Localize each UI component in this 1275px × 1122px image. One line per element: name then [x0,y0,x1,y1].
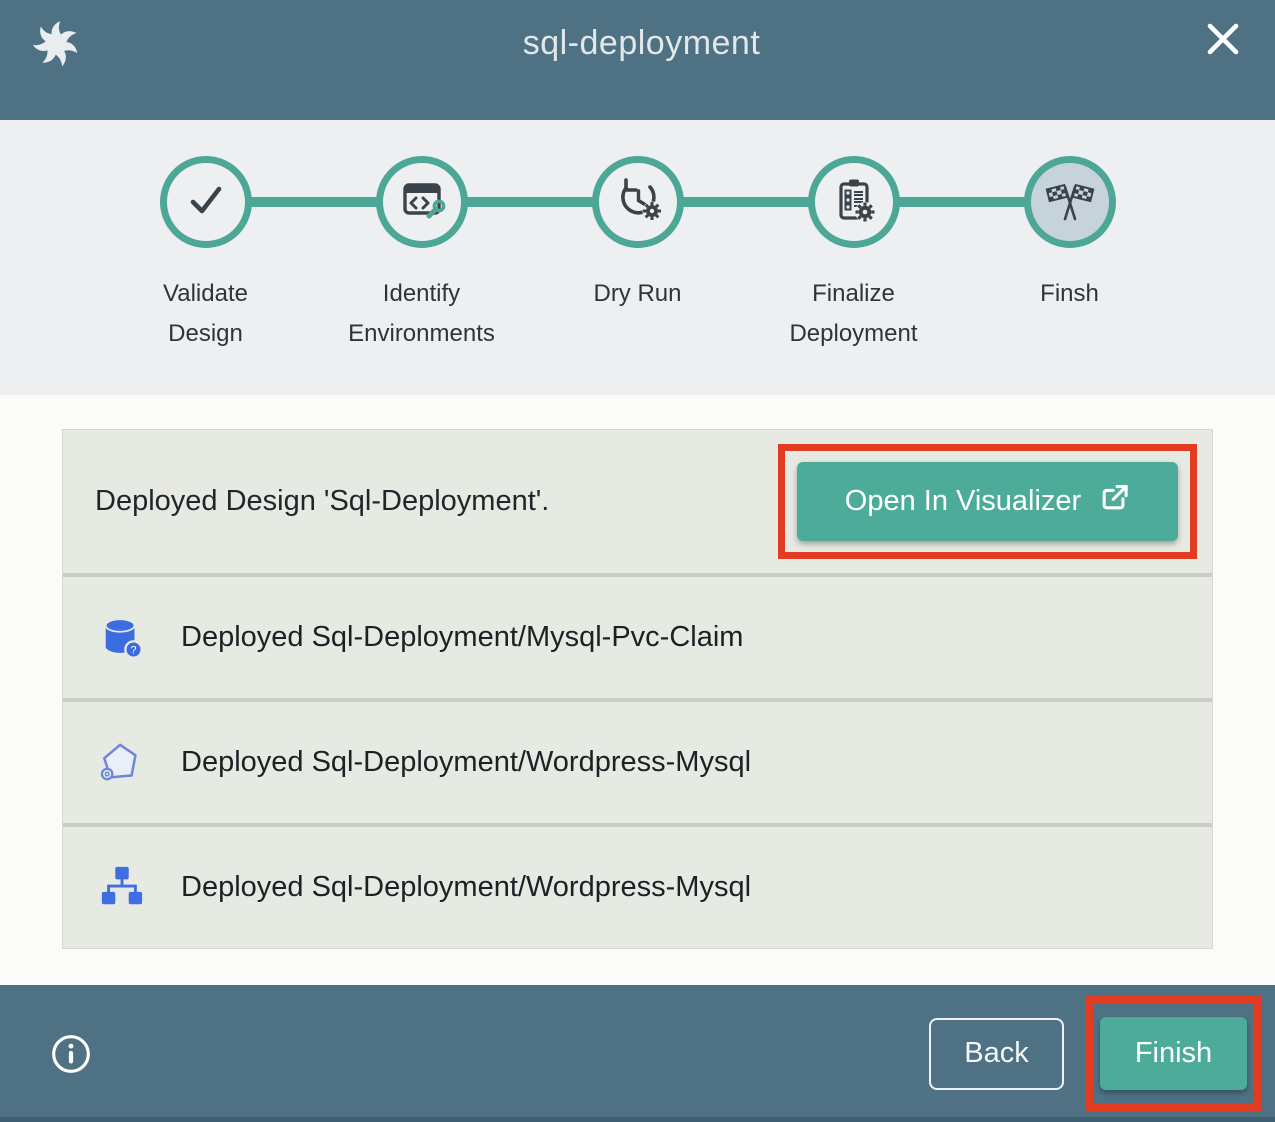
finish-button[interactable]: Finish [1100,1017,1247,1090]
deployment-modal: sql-deployment Validate Design [0,0,1275,1122]
modal-title: sql-deployment [84,16,1199,63]
database-icon: ? [99,615,145,661]
result-row-mysql-pvc-claim: ? Deployed Sql-Deployment/Mysql-Pvc-Clai… [63,577,1212,698]
close-button[interactable] [1199,16,1247,64]
deployment-stepper: Validate Design Ident [0,120,1275,395]
history-gear-icon [612,174,664,231]
check-icon [180,174,232,231]
step-circle-validate [160,156,252,248]
step-circle-finalize [808,156,900,248]
step-identify-environments: Identify Environments [314,156,530,354]
result-row-wordpress-mysql-1: Deployed Sql-Deployment/Wordpress-Mysql [63,702,1212,823]
step-label: Finalize Deployment [774,274,934,354]
code-wrench-icon [396,174,448,231]
step-label: Dry Run [593,274,681,314]
external-link-icon [1099,482,1130,521]
info-button[interactable] [50,1033,92,1075]
result-row-wordpress-mysql-2: Deployed Sql-Deployment/Wordpress-Mysql [63,827,1212,948]
step-circle-finish [1024,156,1116,248]
checkered-flags-icon [1044,174,1096,231]
step-finish: Finsh [962,156,1178,354]
step-validate-design: Validate Design [98,156,314,354]
step-finalize-deployment: Finalize Deployment [746,156,962,354]
close-icon [1201,17,1245,64]
info-icon [50,1063,92,1078]
result-text: Deployed Sql-Deployment/Wordpress-Mysql [181,746,751,779]
step-label: Identify Environments [342,274,502,354]
result-text: Deployed Sql-Deployment/Wordpress-Mysql [181,871,751,904]
hierarchy-icon [99,865,145,911]
highlight-box-finish: Finish [1086,996,1261,1111]
open-in-visualizer-button[interactable]: Open In Visualizer [797,462,1178,541]
deployment-results: Deployed Design 'Sql-Deployment'. Open I… [0,395,1275,985]
step-label: Validate Design [126,274,286,354]
clipboard-gear-icon [828,174,880,231]
step-label: Finsh [1040,274,1099,314]
deployed-design-row: Deployed Design 'Sql-Deployment'. Open I… [63,430,1212,573]
modal-header: sql-deployment [0,0,1275,120]
highlight-box-visualizer: Open In Visualizer [778,444,1197,559]
result-list: Deployed Design 'Sql-Deployment'. Open I… [62,429,1213,949]
modal-footer: Back Finish [0,985,1275,1122]
deployed-design-text: Deployed Design 'Sql-Deployment'. [95,485,549,518]
svg-text:?: ? [130,644,136,656]
step-circle-dry-run [592,156,684,248]
back-button[interactable]: Back [929,1018,1064,1090]
step-circle-identify [376,156,468,248]
result-text: Deployed Sql-Deployment/Mysql-Pvc-Claim [181,621,743,654]
pentagon-icon [99,740,145,786]
step-dry-run: Dry Run [530,156,746,354]
meshery-spiral-logo-icon [28,16,84,72]
open-in-visualizer-label: Open In Visualizer [845,485,1081,518]
